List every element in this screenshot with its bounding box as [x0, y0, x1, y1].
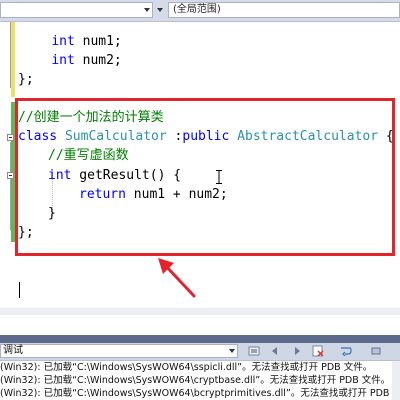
panel-splitter[interactable]: [0, 315, 400, 335]
chevron-down-icon: [144, 8, 150, 12]
previous-message-icon[interactable]: [270, 345, 282, 357]
collapse-method-icon[interactable]: [7, 172, 14, 179]
vertical-scrollbar[interactable]: [392, 361, 400, 400]
word-wrap-icon[interactable]: [340, 345, 352, 357]
output-panel-header: [0, 335, 400, 343]
fold-guide: [10, 22, 11, 88]
code-line: int num2;: [51, 53, 122, 68]
find-message-icon[interactable]: [248, 345, 260, 357]
chevron-down-icon: [157, 8, 163, 12]
member-scope-dropdown[interactable]: (全局范围): [168, 2, 400, 18]
output-panel: 调试 (Win32): 已加载“C:\Windows\SysWOW64\sspi…: [0, 335, 400, 400]
output-line: (Win32): 已加载“C:\Windows\SysWOW64\sspicli…: [0, 362, 373, 373]
horizontal-scrollbar[interactable]: [0, 308, 400, 315]
keyword-int: int: [51, 34, 75, 49]
keyword-int: int: [51, 53, 75, 68]
change-bar: [11, 22, 15, 97]
clear-all-icon[interactable]: [312, 345, 324, 357]
chevron-down-icon: [229, 349, 235, 353]
panel-pin-icon[interactable]: [370, 345, 382, 357]
class-scope-dropdown[interactable]: [0, 2, 153, 18]
collapse-class-icon[interactable]: [7, 134, 14, 141]
code-editor[interactable]: int num1; int num2; }; //创建一个加法的计算类 clas…: [0, 22, 400, 308]
next-message-icon[interactable]: [290, 345, 302, 357]
output-toolbar: 调试: [0, 343, 400, 361]
dropdown-toggle[interactable]: [154, 2, 166, 18]
code-line: };: [18, 72, 34, 87]
annotation-highlight-box: [15, 98, 395, 256]
text-caret: [19, 282, 20, 298]
code-line: int num1;: [51, 34, 122, 49]
output-text-area[interactable]: (Win32): 已加载“C:\Windows\SysWOW64\sspicli…: [0, 361, 400, 400]
output-source-value: 调试: [3, 345, 23, 356]
navigation-bar: (全局范围): [0, 0, 400, 22]
scope-dropdown-value: (全局范围): [173, 4, 221, 15]
output-line: (Win32): 已加载“C:\Windows\SysWOW64\cryptba…: [0, 375, 391, 386]
output-line: (Win32): 已加载“C:\Windows\SysWOW64\bcryptp…: [0, 388, 400, 399]
annotation-arrow-icon: [158, 258, 196, 298]
fold-guide: [10, 142, 11, 230]
output-source-dropdown[interactable]: 调试: [0, 344, 238, 358]
